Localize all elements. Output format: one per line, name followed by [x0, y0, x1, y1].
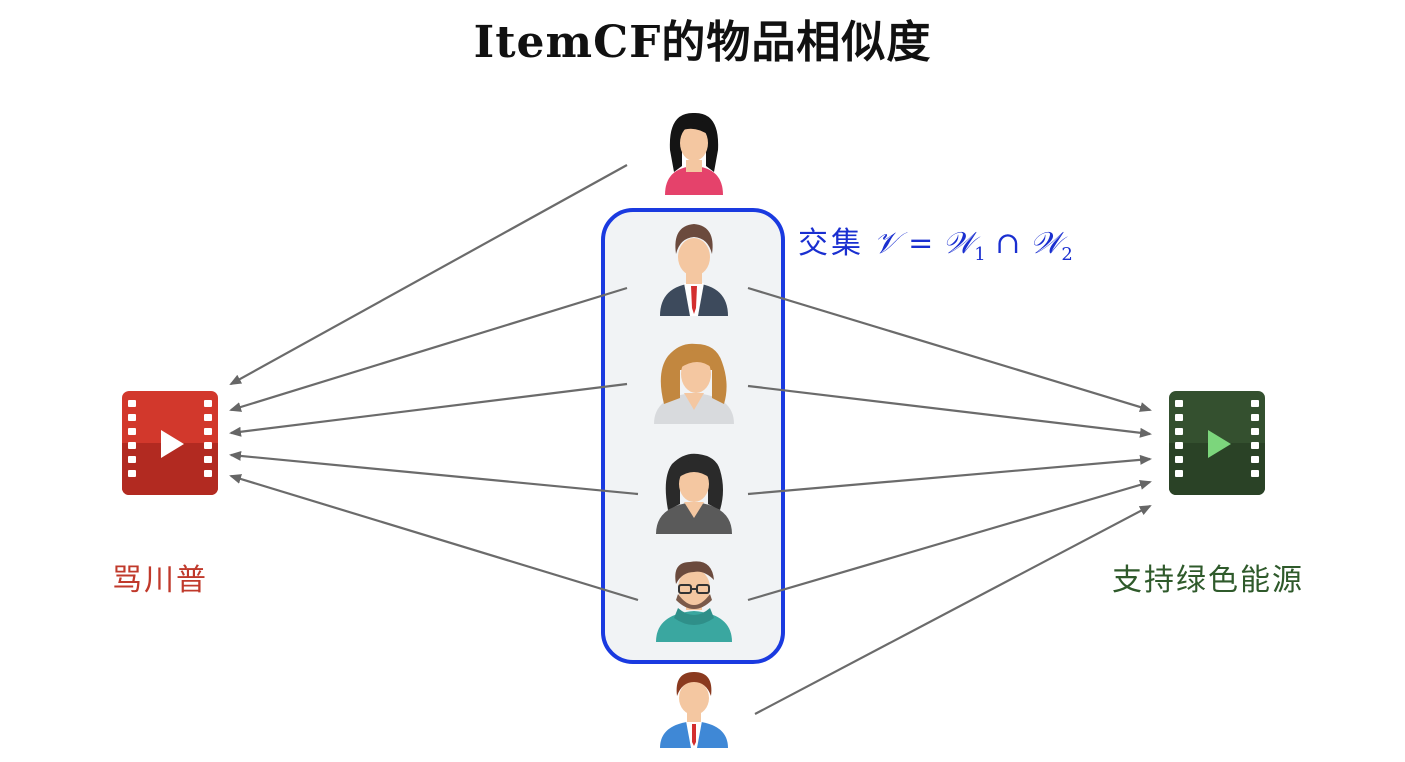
- intersection-prefix: 交集: [798, 226, 864, 261]
- user-avatar-top-woman: [665, 112, 723, 195]
- item-label-left: 骂川普: [112, 563, 208, 598]
- video-icon-right: [1169, 391, 1265, 495]
- arrow-top-woman-to-left: [229, 164, 628, 385]
- arrow-glasses-man-to-right: [747, 480, 1152, 602]
- item-similarity-diagram: [122, 112, 1265, 748]
- arrow-dark-hair-woman-to-left: [229, 450, 639, 496]
- set-w-1: 𝒲: [942, 226, 975, 261]
- arrow-glasses-man-to-left: [229, 474, 639, 602]
- intersection-label: 交集 𝒱 = 𝒲1 ∩ 𝒲2: [798, 218, 1073, 265]
- arrows-to-left-item: [229, 164, 639, 602]
- arrow-businessman-to-right: [747, 286, 1152, 412]
- subscript-2: 2: [1061, 244, 1073, 265]
- set-v: 𝒱: [873, 226, 899, 261]
- cap-symbol: ∩: [995, 226, 1021, 261]
- video-icon-left: [122, 391, 218, 495]
- set-w-2: 𝒲: [1029, 226, 1062, 261]
- subscript-1: 1: [974, 244, 986, 265]
- arrow-dark-hair-woman-to-right: [747, 454, 1152, 496]
- item-label-right: 支持绿色能源: [1112, 563, 1304, 598]
- arrow-bottom-man-to-right: [754, 505, 1152, 715]
- arrow-blonde-woman-to-right: [747, 384, 1152, 438]
- equals-sign: =: [908, 226, 934, 261]
- arrows-to-right-item: [747, 286, 1152, 715]
- user-avatar-bottom-man: [660, 672, 728, 748]
